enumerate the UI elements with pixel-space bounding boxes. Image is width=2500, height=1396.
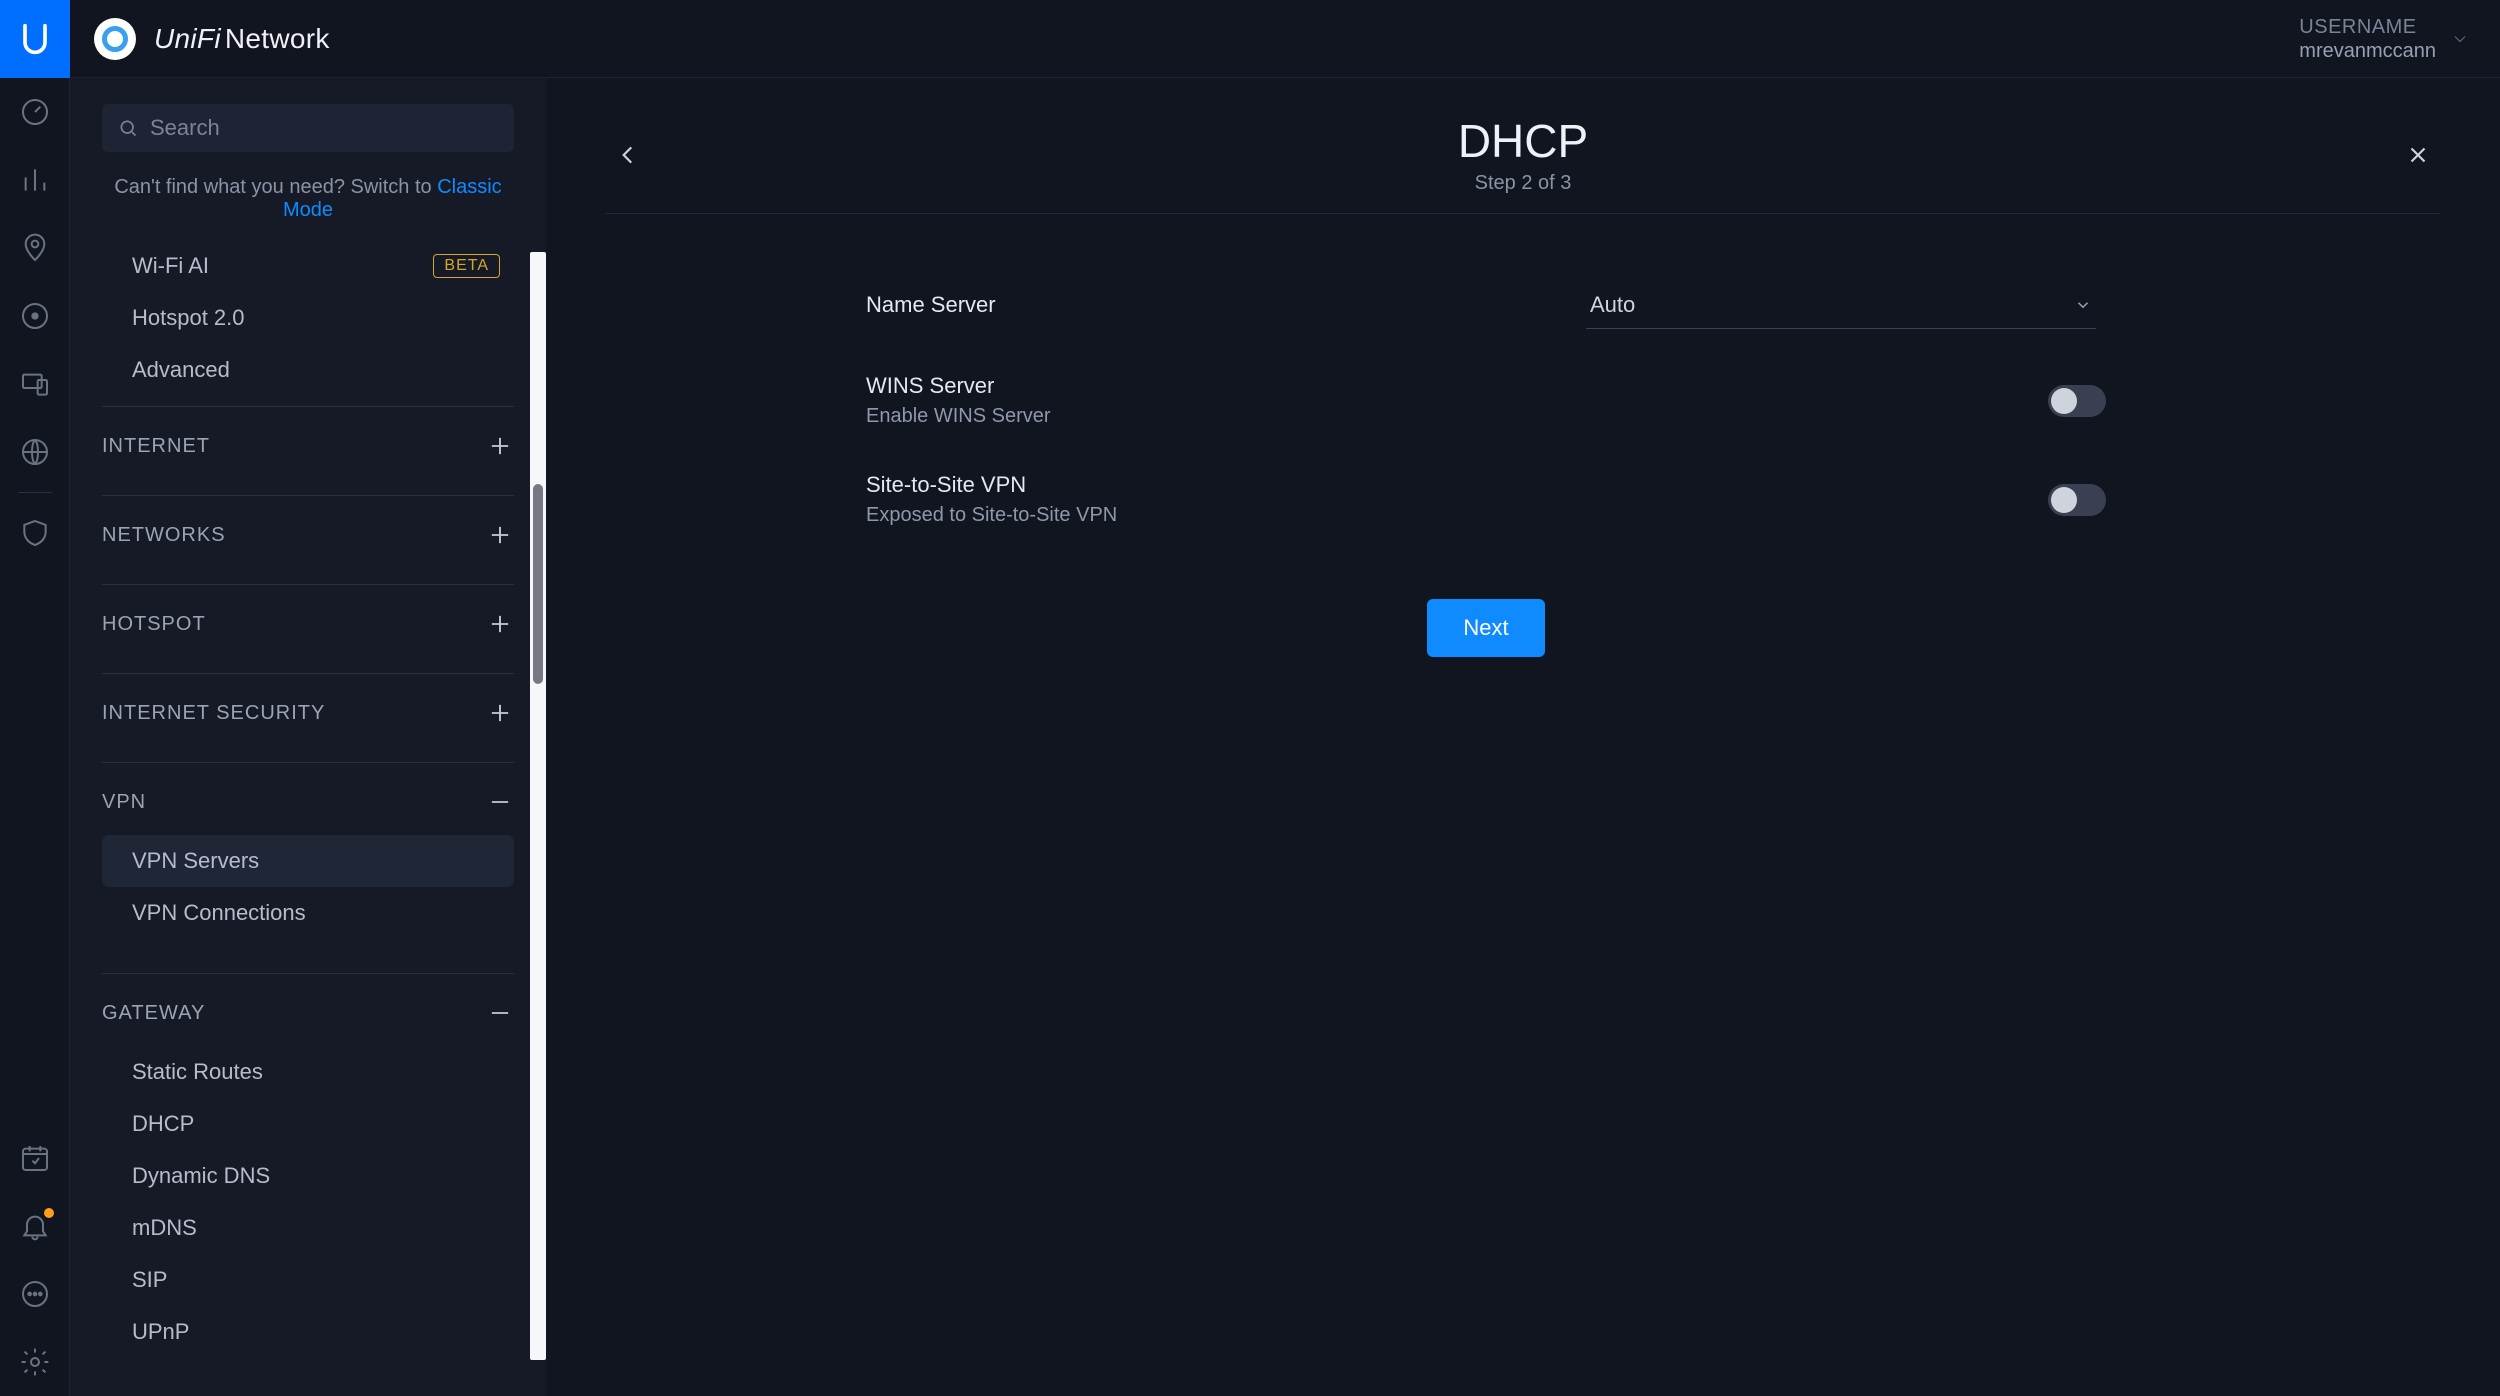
s2s-vpn-label: Site-to-Site VPN bbox=[866, 472, 1586, 498]
chevron-left-icon bbox=[615, 142, 641, 168]
minus-icon bbox=[486, 999, 514, 1027]
page-title: DHCP bbox=[650, 114, 2396, 168]
wins-server-sub: Enable WINS Server bbox=[866, 405, 1586, 428]
search-box[interactable] bbox=[102, 104, 514, 152]
sidebar-item-label: Advanced bbox=[132, 357, 230, 383]
shield-icon[interactable] bbox=[0, 499, 70, 567]
unifi-logo[interactable] bbox=[0, 0, 70, 78]
next-button[interactable]: Next bbox=[1427, 599, 1544, 657]
sidebar-item-label: Dynamic DNS bbox=[132, 1163, 270, 1189]
dhcp-form: Name Server Auto WINS Server Enabl bbox=[866, 270, 2106, 657]
plus-icon bbox=[486, 699, 514, 727]
dashboard-icon[interactable] bbox=[0, 78, 70, 146]
group-networks[interactable]: NETWORKS bbox=[102, 495, 514, 574]
sidebar-item-upnp[interactable]: UPnP bbox=[102, 1306, 514, 1358]
group-internet[interactable]: INTERNET bbox=[102, 406, 514, 485]
search-input[interactable] bbox=[150, 115, 498, 141]
user-name: mrevanmccann bbox=[2299, 39, 2436, 63]
rail-separator bbox=[18, 492, 52, 493]
sidebar-item-label: SIP bbox=[132, 1267, 167, 1293]
wins-server-toggle[interactable] bbox=[2048, 385, 2106, 417]
search-icon bbox=[118, 118, 138, 138]
sidebar-item-sip[interactable]: SIP bbox=[102, 1254, 514, 1306]
stats-icon[interactable] bbox=[0, 146, 70, 214]
chevron-down-icon bbox=[2450, 29, 2470, 49]
sidebar-item-wifi-ai[interactable]: Wi-Fi AI BETA bbox=[102, 240, 514, 292]
sidebar-item-label: Wi-Fi AI bbox=[132, 253, 209, 279]
main-pane: DHCP Step 2 of 3 Name Server bbox=[546, 78, 2500, 1396]
devices-icon[interactable] bbox=[0, 350, 70, 418]
sidebar-item-dynamic-dns[interactable]: Dynamic DNS bbox=[102, 1150, 514, 1202]
sidebar-item-label: Static Routes bbox=[132, 1059, 263, 1085]
map-icon[interactable] bbox=[0, 214, 70, 282]
app-title: UniFiNetwork bbox=[154, 23, 330, 55]
app-icon[interactable] bbox=[94, 18, 136, 60]
classic-mode-hint: Can't find what you need? Switch to Clas… bbox=[102, 176, 514, 222]
app-header: UniFiNetwork USERNAME mrevanmccann bbox=[70, 0, 2500, 78]
sidebar-item-static-routes[interactable]: Static Routes bbox=[102, 1046, 514, 1098]
sidebar-item-hotspot20[interactable]: Hotspot 2.0 bbox=[102, 292, 514, 344]
sidebar-item-label: DHCP bbox=[132, 1111, 194, 1137]
sidebar-item-label: mDNS bbox=[132, 1215, 197, 1241]
notification-badge bbox=[44, 1208, 54, 1218]
back-button[interactable] bbox=[606, 133, 650, 177]
plus-icon bbox=[486, 521, 514, 549]
s2s-vpn-toggle[interactable] bbox=[2048, 484, 2106, 516]
user-menu[interactable]: USERNAME mrevanmccann bbox=[2299, 15, 2470, 63]
bell-icon[interactable] bbox=[0, 1192, 70, 1260]
sidebar-scrollbar[interactable] bbox=[533, 484, 543, 684]
chevron-down-icon bbox=[2074, 296, 2092, 314]
s2s-vpn-sub: Exposed to Site-to-Site VPN bbox=[866, 504, 1586, 527]
close-icon bbox=[2405, 142, 2431, 168]
minus-icon bbox=[486, 788, 514, 816]
sidebar-item-mdns[interactable]: mDNS bbox=[102, 1202, 514, 1254]
user-label: USERNAME bbox=[2299, 15, 2436, 39]
settings-sidebar: Can't find what you need? Switch to Clas… bbox=[70, 78, 546, 1396]
group-gateway[interactable]: GATEWAY Static Routes DHCP Dynamic DNS m… bbox=[102, 973, 514, 1358]
calendar-icon[interactable] bbox=[0, 1124, 70, 1192]
icon-rail bbox=[0, 0, 70, 1396]
group-internet-security[interactable]: INTERNET SECURITY bbox=[102, 673, 514, 752]
sidebar-item-label: Hotspot 2.0 bbox=[132, 305, 245, 331]
wins-server-label: WINS Server bbox=[866, 373, 1586, 399]
step-indicator: Step 2 of 3 bbox=[650, 172, 2396, 195]
globe-icon[interactable] bbox=[0, 418, 70, 486]
sidebar-item-label: VPN Connections bbox=[132, 900, 306, 926]
sidebar-divider-bar bbox=[530, 252, 546, 1360]
sidebar-item-advanced[interactable]: Advanced bbox=[102, 344, 514, 396]
beta-badge: BETA bbox=[433, 254, 500, 278]
plus-icon bbox=[486, 610, 514, 638]
group-hotspot[interactable]: HOTSPOT bbox=[102, 584, 514, 663]
header-divider bbox=[606, 213, 2440, 214]
sidebar-item-label: UPnP bbox=[132, 1319, 189, 1345]
chat-icon[interactable] bbox=[0, 1260, 70, 1328]
sidebar-item-dhcp[interactable]: DHCP bbox=[102, 1098, 514, 1150]
close-button[interactable] bbox=[2396, 133, 2440, 177]
name-server-select[interactable]: Auto bbox=[1586, 292, 2096, 329]
group-vpn[interactable]: VPN VPN Servers VPN Connections bbox=[102, 762, 514, 939]
sidebar-item-vpn-connections[interactable]: VPN Connections bbox=[102, 887, 514, 939]
gear-icon[interactable] bbox=[0, 1328, 70, 1396]
name-server-label: Name Server bbox=[866, 292, 1586, 318]
radio-icon[interactable] bbox=[0, 282, 70, 350]
sidebar-item-label: VPN Servers bbox=[132, 848, 259, 874]
name-server-value: Auto bbox=[1590, 292, 1635, 318]
plus-icon bbox=[486, 432, 514, 460]
sidebar-item-vpn-servers[interactable]: VPN Servers bbox=[102, 835, 514, 887]
